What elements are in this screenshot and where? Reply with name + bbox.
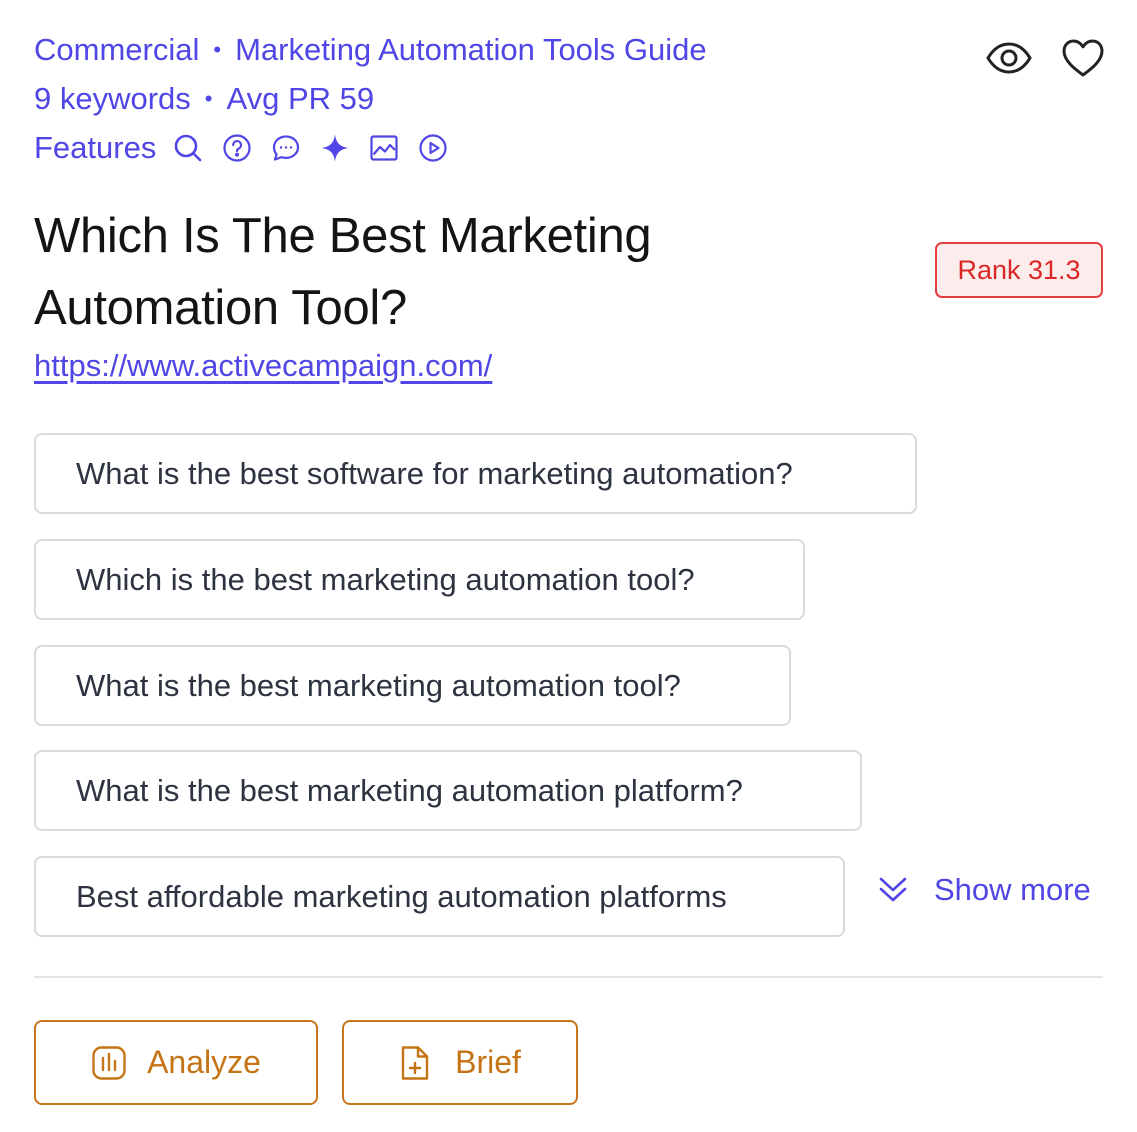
double-chevron-down-icon — [876, 873, 910, 907]
show-more-button[interactable]: Show more — [876, 872, 1091, 908]
analyze-button[interactable]: Analyze — [34, 1020, 318, 1105]
separator-dot: • — [204, 86, 213, 111]
page-title: Which Is The Best Marketing Automation T… — [34, 209, 652, 335]
image-icon — [366, 130, 402, 166]
divider — [34, 976, 1103, 978]
keyword-chip[interactable]: What is the best marketing automation to… — [34, 645, 791, 726]
avg-pr: Avg PR 59 — [226, 81, 375, 116]
bar-chart-icon — [91, 1045, 127, 1081]
question-icon — [219, 130, 255, 166]
meta-category-row: Commercial • Marketing Automation Tools … — [34, 32, 707, 68]
keyword-chip[interactable]: What is the best marketing automation pl… — [34, 750, 862, 831]
analyze-label: Analyze — [147, 1044, 261, 1080]
keywords-count[interactable]: 9 keywords — [34, 81, 191, 117]
separator-dot: • — [213, 37, 222, 62]
chat-icon — [268, 130, 304, 166]
card-actions — [985, 36, 1107, 80]
rank-badge: Rank 31.3 — [935, 242, 1103, 298]
features-row: Features — [34, 130, 451, 166]
heart-icon[interactable] — [1059, 36, 1107, 80]
meta-stats-row: 9 keywords • Avg PR 59 — [34, 81, 374, 117]
feature-icons — [170, 130, 451, 166]
keyword-chip[interactable]: What is the best software for marketing … — [34, 433, 917, 514]
guide-link[interactable]: Marketing Automation Tools Guide — [235, 32, 707, 68]
brief-button[interactable]: Brief — [342, 1020, 578, 1105]
source-url-link[interactable]: https://www.activecampaign.com/ — [34, 348, 492, 384]
add-document-icon — [399, 1045, 435, 1081]
play-icon — [415, 130, 451, 166]
keyword-chip[interactable]: Best affordable marketing automation pla… — [34, 856, 845, 937]
features-label: Features — [34, 130, 157, 165]
sparkle-icon — [317, 130, 353, 166]
category-link[interactable]: Commercial — [34, 32, 199, 68]
brief-label: Brief — [455, 1044, 521, 1080]
search-icon — [170, 130, 206, 166]
show-more-label: Show more — [934, 872, 1091, 907]
eye-icon[interactable] — [985, 36, 1033, 80]
keyword-chip[interactable]: Which is the best marketing automation t… — [34, 539, 805, 620]
